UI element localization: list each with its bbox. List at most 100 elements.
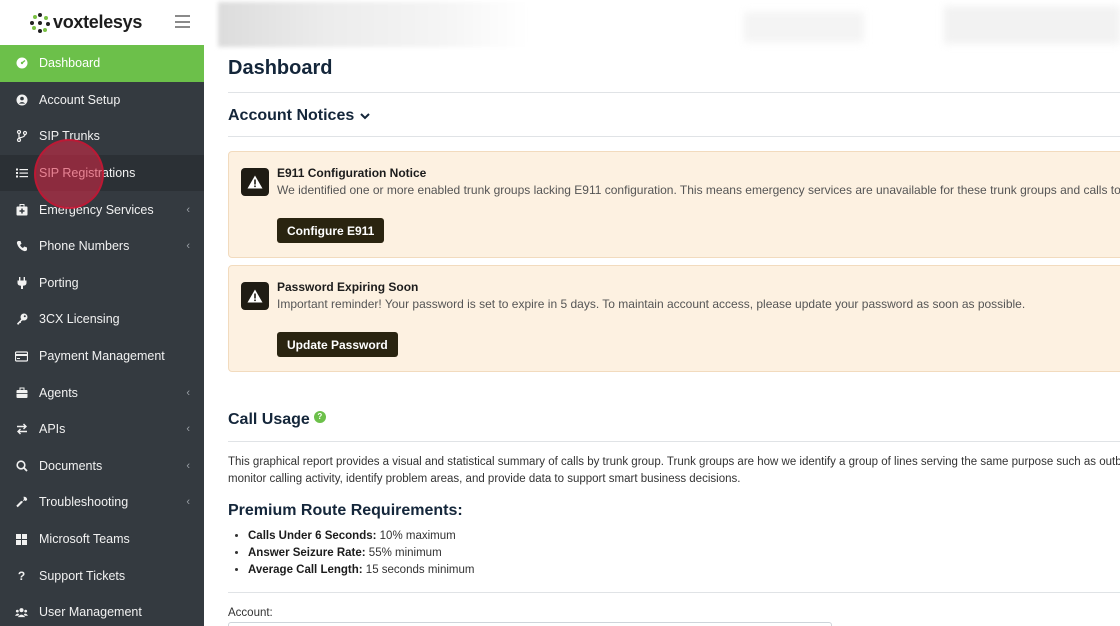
sidebar-item-label: SIP Trunks bbox=[39, 129, 100, 144]
branch-icon bbox=[15, 130, 28, 143]
sidebar-item-3cx-licensing[interactable]: 3CX Licensing bbox=[0, 301, 204, 338]
description-line: monitor calling activity, identify probl… bbox=[228, 473, 741, 485]
chevron-left-icon: ‹ bbox=[186, 386, 190, 399]
brand-logo[interactable]: voxtelesys bbox=[0, 0, 204, 45]
menu-toggle-icon[interactable] bbox=[175, 15, 190, 28]
redacted-header-segment bbox=[744, 12, 864, 42]
first-aid-icon bbox=[15, 203, 28, 216]
warning-icon bbox=[241, 282, 269, 310]
sidebar-item-label: Troubleshooting bbox=[39, 495, 129, 510]
sidebar-item-label: 3CX Licensing bbox=[39, 312, 120, 327]
key-icon bbox=[15, 313, 28, 326]
divider bbox=[228, 92, 1120, 93]
logo-icon bbox=[30, 12, 50, 33]
sidebar-item-agents[interactable]: Agents ‹ bbox=[0, 374, 204, 411]
list-item: Average Call Length: 15 seconds minimum bbox=[248, 562, 474, 579]
sidebar-item-support-tickets[interactable]: ? Support Tickets bbox=[0, 557, 204, 594]
notice-title: Password Expiring Soon bbox=[277, 280, 419, 294]
list-item: Calls Under 6 Seconds: 10% maximum bbox=[248, 528, 474, 545]
sidebar: voxtelesys Dashboard Account Setup SIP T… bbox=[0, 0, 204, 626]
list-item: Answer Seizure Rate: 55% minimum bbox=[248, 545, 474, 562]
sidebar-item-sip-trunks[interactable]: SIP Trunks bbox=[0, 118, 204, 155]
account-label: Account: bbox=[228, 607, 273, 619]
sidebar-item-label: Documents bbox=[39, 458, 103, 473]
dashboard-icon bbox=[15, 57, 28, 70]
update-password-button[interactable]: Update Password bbox=[277, 332, 398, 357]
windows-icon bbox=[15, 533, 28, 546]
users-icon bbox=[15, 606, 28, 619]
sidebar-item-account-setup[interactable]: Account Setup bbox=[0, 82, 204, 119]
chevron-left-icon: ‹ bbox=[186, 459, 190, 472]
configure-e911-button[interactable]: Configure E911 bbox=[277, 218, 385, 243]
credit-card-icon bbox=[15, 350, 28, 363]
sidebar-item-label: Account Setup bbox=[39, 92, 121, 107]
call-usage-heading: Call Usage? bbox=[228, 411, 326, 429]
sidebar-item-label: Porting bbox=[39, 275, 79, 290]
account-select[interactable] bbox=[228, 622, 832, 626]
notice-password: Password Expiring Soon Important reminde… bbox=[228, 265, 1120, 372]
requirement-value: 15 seconds minimum bbox=[362, 564, 475, 576]
plug-icon bbox=[15, 276, 28, 289]
user-circle-icon bbox=[15, 93, 28, 106]
chevron-left-icon: ‹ bbox=[186, 203, 190, 216]
exchange-icon bbox=[15, 423, 28, 436]
notice-text: Important reminder! Your password is set… bbox=[277, 297, 1026, 311]
description-line: This graphical report provides a visual … bbox=[228, 456, 1120, 468]
divider bbox=[228, 136, 1120, 137]
chevron-left-icon: ‹ bbox=[186, 240, 190, 253]
sidebar-item-label: Payment Management bbox=[39, 349, 165, 364]
warning-icon bbox=[241, 168, 269, 196]
sidebar-item-documents[interactable]: Documents ‹ bbox=[0, 448, 204, 485]
sidebar-item-dashboard[interactable]: Dashboard bbox=[0, 45, 204, 82]
help-icon[interactable]: ? bbox=[313, 411, 326, 423]
briefcase-icon bbox=[15, 386, 28, 399]
account-notices-toggle[interactable]: Account Notices bbox=[228, 107, 370, 125]
sidebar-item-emergency-services[interactable]: Emergency Services ‹ bbox=[0, 191, 204, 228]
page-title: Dashboard bbox=[228, 57, 333, 79]
sidebar-item-label: Support Tickets bbox=[39, 568, 126, 583]
divider bbox=[228, 441, 1120, 442]
phone-icon bbox=[15, 240, 28, 253]
sidebar-nav: Dashboard Account Setup SIP Trunks SIP R… bbox=[0, 45, 204, 626]
redacted-header-segment bbox=[944, 6, 1120, 44]
sidebar-item-label: APIs bbox=[39, 422, 66, 437]
sidebar-item-phone-numbers[interactable]: Phone Numbers ‹ bbox=[0, 228, 204, 265]
section-title-label: Call Usage bbox=[228, 411, 310, 428]
requirement-label: Average Call Length: bbox=[248, 564, 363, 576]
sidebar-item-label: Agents bbox=[39, 385, 78, 400]
sidebar-item-label: Emergency Services bbox=[39, 202, 154, 217]
sidebar-item-porting[interactable]: Porting bbox=[0, 265, 204, 302]
sidebar-item-label: Dashboard bbox=[39, 56, 101, 71]
notice-text: We identified one or more enabled trunk … bbox=[277, 183, 1120, 197]
sidebar-item-apis[interactable]: APIs ‹ bbox=[0, 411, 204, 448]
divider bbox=[228, 592, 1120, 593]
brand-name: voxtelesys bbox=[53, 12, 143, 32]
list-icon bbox=[15, 167, 28, 180]
sidebar-item-microsoft-teams[interactable]: Microsoft Teams bbox=[0, 521, 204, 558]
sidebar-item-label: Microsoft Teams bbox=[39, 532, 130, 547]
premium-route-heading: Premium Route Requirements: bbox=[228, 502, 463, 519]
section-title-label: Account Notices bbox=[228, 107, 355, 124]
chevron-left-icon: ‹ bbox=[186, 423, 190, 436]
sidebar-item-payment-management[interactable]: Payment Management bbox=[0, 338, 204, 375]
redacted-header bbox=[218, 2, 528, 47]
chevron-down-icon bbox=[360, 111, 370, 123]
chevron-left-icon: ‹ bbox=[186, 496, 190, 509]
requirement-label: Answer Seizure Rate: bbox=[248, 547, 366, 559]
sidebar-item-label: User Management bbox=[39, 605, 142, 620]
question-icon: ? bbox=[17, 568, 26, 583]
notice-title: E911 Configuration Notice bbox=[277, 166, 427, 180]
sidebar-item-sip-registrations[interactable]: SIP Registrations bbox=[0, 154, 204, 192]
main-content: Dashboard Account Notices E911 Configura… bbox=[204, 0, 1120, 626]
premium-requirements-list: Calls Under 6 Seconds: 10% maximum Answe… bbox=[248, 528, 474, 579]
call-usage-description: This graphical report provides a visual … bbox=[228, 454, 1120, 488]
sidebar-item-label: Phone Numbers bbox=[39, 239, 130, 254]
sidebar-item-troubleshooting[interactable]: Troubleshooting ‹ bbox=[0, 484, 204, 521]
notice-e911: E911 Configuration Notice We identified … bbox=[228, 151, 1120, 258]
requirement-label: Calls Under 6 Seconds: bbox=[248, 530, 377, 542]
search-icon bbox=[15, 459, 28, 472]
requirement-value: 55% minimum bbox=[365, 547, 442, 559]
sidebar-item-label: SIP Registrations bbox=[39, 166, 136, 181]
sidebar-item-user-management[interactable]: User Management bbox=[0, 594, 204, 626]
requirement-value: 10% maximum bbox=[376, 530, 456, 542]
